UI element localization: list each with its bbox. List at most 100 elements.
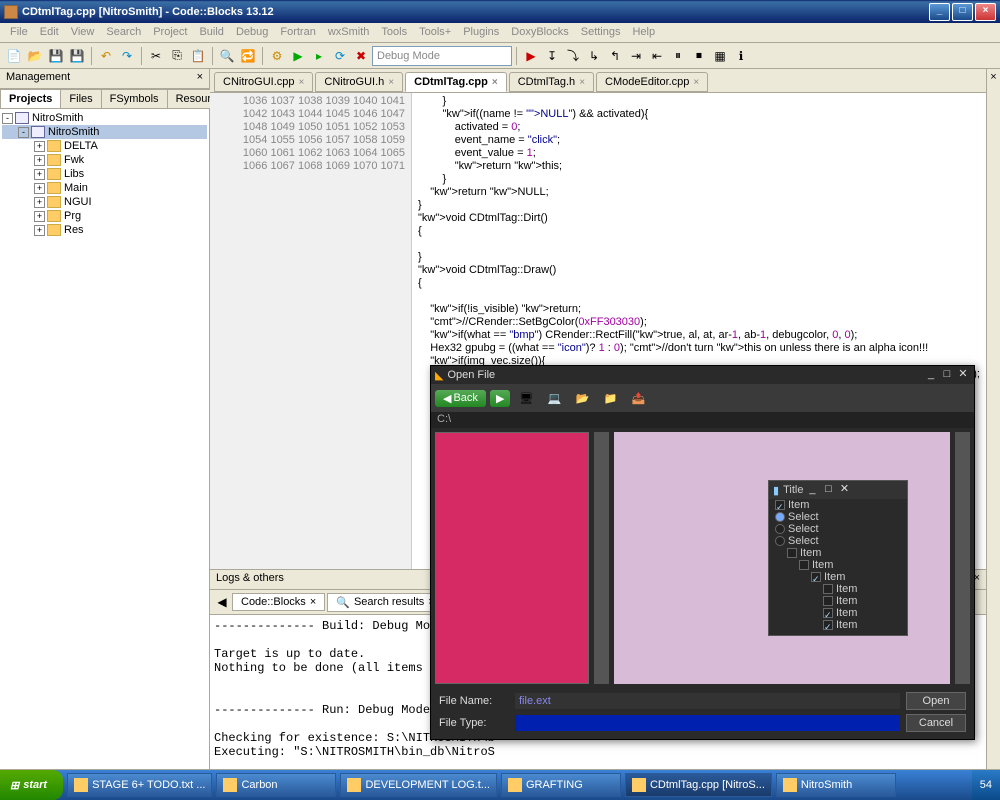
redo-icon[interactable]: ↷ (117, 46, 137, 66)
log-prev-icon[interactable]: ◀ (212, 592, 232, 612)
step-into-icon[interactable]: ↳ (584, 46, 604, 66)
menu-tools+[interactable]: Tools+ (413, 25, 457, 40)
editor-tab[interactable]: CModeEditor.cpp× (596, 72, 708, 92)
tree-item[interactable]: +Main (2, 181, 207, 195)
step-instr-icon[interactable]: ⇤ (647, 46, 667, 66)
list-item[interactable]: Item (769, 571, 907, 583)
menu-tools[interactable]: Tools (375, 25, 413, 40)
list-item[interactable]: Item (769, 619, 907, 631)
project-tree[interactable]: -NitroSmith-NitroSmith+DELTA+Fwk+Libs+Ma… (0, 109, 209, 769)
info-icon[interactable]: ℹ (731, 46, 751, 66)
stop-icon[interactable]: ⏹ (689, 46, 709, 66)
checkbox-icon[interactable] (811, 572, 821, 582)
open-button[interactable]: Open (906, 692, 966, 710)
list-item[interactable]: Item (769, 559, 907, 571)
menu-edit[interactable]: Edit (34, 25, 65, 40)
up-folder-icon[interactable]: 📤 (626, 387, 650, 409)
checkbox-icon[interactable] (799, 560, 809, 570)
checkbox-icon[interactable] (823, 620, 833, 630)
menu-wxsmith[interactable]: wxSmith (322, 25, 376, 40)
dialog-titlebar[interactable]: ◣ Open File _ □ ✕ (431, 366, 974, 384)
new-file-icon[interactable]: 📄 (4, 46, 24, 66)
sub-minimize-icon[interactable]: _ (805, 483, 819, 497)
subdialog-titlebar[interactable]: ▮ Title _ □ ✕ (769, 481, 907, 499)
debug-start-icon[interactable]: ▶ (521, 46, 541, 66)
list-item[interactable]: Select (769, 535, 907, 547)
menu-project[interactable]: Project (147, 25, 193, 40)
log-tab-search[interactable]: 🔍 Search results× (327, 593, 443, 612)
tree-item[interactable]: -NitroSmith (2, 125, 207, 139)
find-icon[interactable]: 🔍 (217, 46, 237, 66)
save-icon[interactable]: 💾 (46, 46, 66, 66)
save-all-icon[interactable]: 💾 (67, 46, 87, 66)
replace-icon[interactable]: 🔁 (238, 46, 258, 66)
editor-tab[interactable]: CDtmlTag.h× (509, 72, 594, 92)
tree-item[interactable]: -NitroSmith (2, 111, 207, 125)
computer-icon[interactable]: 💻 (542, 387, 566, 409)
radio-icon[interactable] (775, 524, 785, 534)
taskbar-item[interactable]: Carbon (216, 773, 336, 797)
list-item[interactable]: Item (769, 499, 907, 511)
run-to-cursor-icon[interactable]: ↧ (542, 46, 562, 66)
break-icon[interactable]: ⏸ (668, 46, 688, 66)
editor-tab[interactable]: CDtmlTag.cpp× (405, 72, 507, 92)
radio-icon[interactable] (775, 512, 785, 522)
right-gutter-close-icon[interactable]: × (987, 69, 1000, 85)
sub-close-icon[interactable]: ✕ (837, 483, 851, 497)
tab-close-icon[interactable]: × (299, 77, 305, 88)
taskbar-item[interactable]: CDtmlTag.cpp [NitroS... (625, 773, 772, 797)
sub-maximize-icon[interactable]: □ (821, 483, 835, 497)
tab-close-icon[interactable]: × (492, 77, 498, 88)
list-item[interactable]: Select (769, 523, 907, 535)
tree-item[interactable]: +DELTA (2, 139, 207, 153)
close-button[interactable]: × (975, 3, 996, 21)
menu-build[interactable]: Build (193, 25, 229, 40)
desktop-icon[interactable]: 🖥 (514, 387, 538, 409)
cut-icon[interactable]: ✂ (146, 46, 166, 66)
radio-icon[interactable] (775, 536, 785, 546)
next-instr-icon[interactable]: ⇥ (626, 46, 646, 66)
folder-icon[interactable]: 📂 (570, 387, 594, 409)
menu-view[interactable]: View (65, 25, 101, 40)
mgmt-tab-fsymbols[interactable]: FSymbols (101, 89, 168, 108)
back-button[interactable]: ◀ Back (435, 390, 486, 407)
menu-fortran[interactable]: Fortran (274, 25, 321, 40)
editor-tab[interactable]: CNitroGUI.cpp× (214, 72, 313, 92)
taskbar-item[interactable]: DEVELOPMENT LOG.t... (340, 773, 497, 797)
dialog-path[interactable]: C:\ (431, 412, 974, 428)
checkbox-icon[interactable] (775, 500, 785, 510)
dialog-minimize-icon[interactable]: _ (924, 368, 938, 382)
menu-search[interactable]: Search (100, 25, 147, 40)
list-item[interactable]: Item (769, 607, 907, 619)
checkbox-icon[interactable] (823, 596, 833, 606)
panel-close-icon[interactable]: × (197, 71, 203, 86)
dialog-maximize-icon[interactable]: □ (940, 368, 954, 382)
list-item[interactable]: Item (769, 547, 907, 559)
tab-close-icon[interactable]: × (579, 77, 585, 88)
filearea-scrollbar[interactable] (955, 432, 970, 684)
system-tray[interactable]: 54 (972, 770, 1000, 800)
menu-plugins[interactable]: Plugins (457, 25, 505, 40)
next-line-icon[interactable]: ⤵ (563, 46, 583, 66)
checkbox-icon[interactable] (823, 608, 833, 618)
filename-input[interactable] (515, 693, 900, 709)
filetype-input[interactable] (515, 715, 900, 731)
step-out-icon[interactable]: ↰ (605, 46, 625, 66)
tree-item[interactable]: +Libs (2, 167, 207, 181)
tab-close-icon[interactable]: × (693, 77, 699, 88)
minimize-button[interactable]: _ (929, 3, 950, 21)
tab-close-icon[interactable]: × (388, 77, 394, 88)
menu-help[interactable]: Help (626, 25, 661, 40)
dialog-sidebar[interactable] (435, 432, 589, 684)
new-folder-icon[interactable]: 📁 (598, 387, 622, 409)
cancel-button[interactable]: Cancel (906, 714, 966, 732)
tree-item[interactable]: +Prg (2, 209, 207, 223)
menu-doxyblocks[interactable]: DoxyBlocks (505, 25, 574, 40)
taskbar-item[interactable]: NitroSmith (776, 773, 896, 797)
forward-button[interactable]: ▶ (490, 390, 510, 407)
undo-icon[interactable]: ↶ (96, 46, 116, 66)
start-button[interactable]: ⊞start (0, 770, 63, 800)
taskbar-item[interactable]: STAGE 6+ TODO.txt ... (67, 773, 212, 797)
mgmt-tab-files[interactable]: Files (60, 89, 101, 108)
mgmt-tab-projects[interactable]: Projects (0, 89, 61, 108)
